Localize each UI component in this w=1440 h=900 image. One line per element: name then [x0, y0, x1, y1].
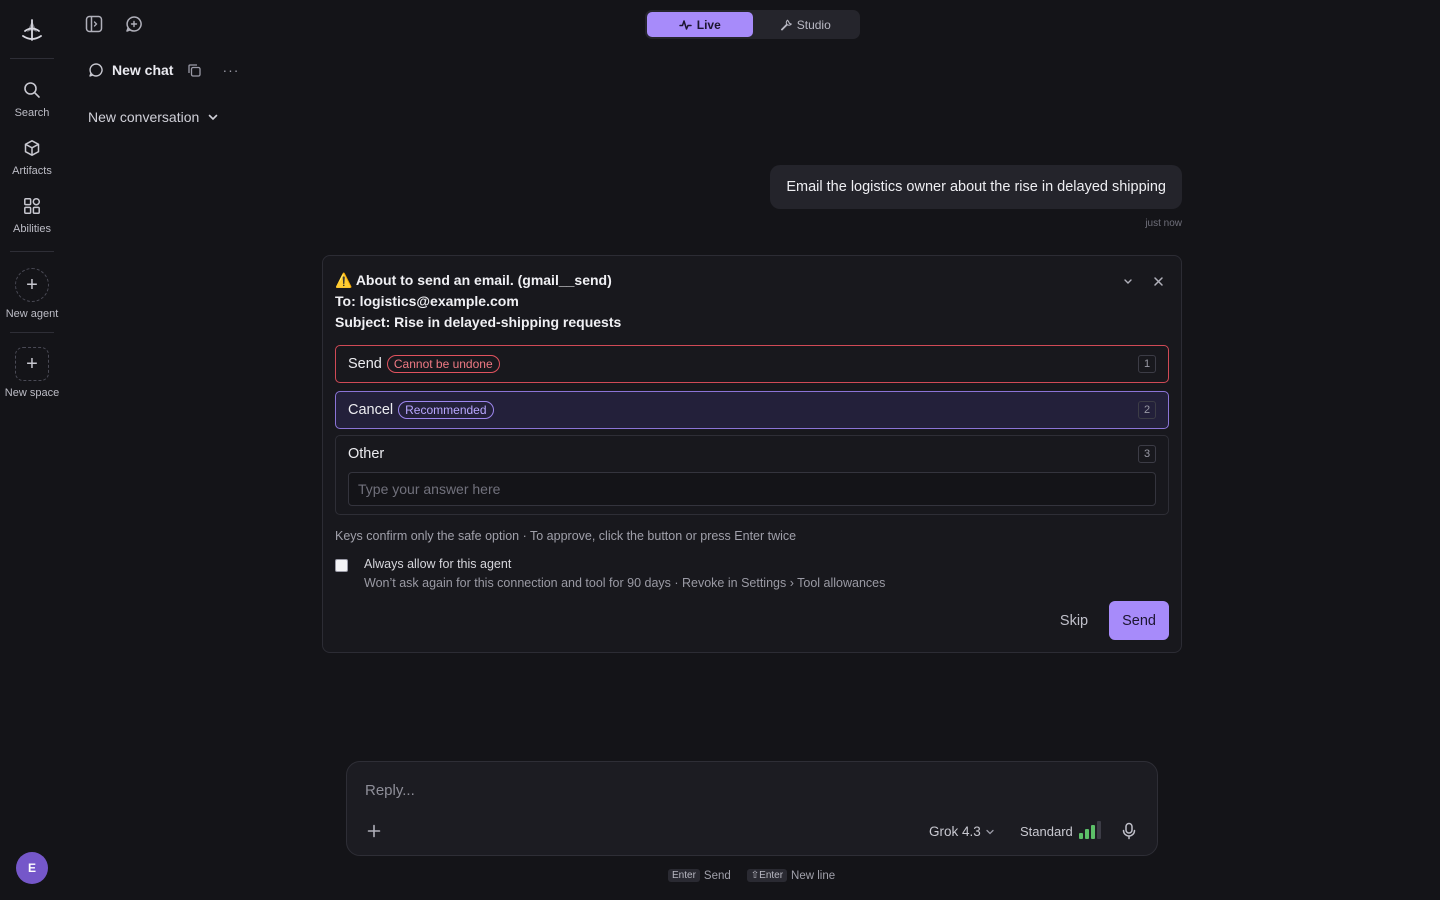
- approval-title-text: About to send an email. (gmail__send): [355, 272, 612, 288]
- send-shortcut-label: Send: [703, 869, 731, 882]
- rail-item-abilities[interactable]: Abilities: [0, 185, 64, 243]
- danger-badge: Cannot be undone: [386, 355, 500, 373]
- option-key-hint: 1: [1138, 355, 1156, 373]
- rail-divider: [10, 58, 54, 59]
- newline-shortcut-label: New line: [791, 869, 836, 882]
- chevron-down-icon: [985, 827, 995, 837]
- close-icon[interactable]: [1149, 272, 1167, 290]
- pulse-icon: [678, 19, 692, 31]
- microphone-icon[interactable]: [1121, 822, 1137, 845]
- recommended-badge: Recommended: [398, 401, 494, 419]
- rail-item-artifacts[interactable]: Artifacts: [0, 127, 64, 185]
- chevron-down-icon: [207, 111, 219, 123]
- rail-item-label: Search: [14, 107, 50, 119]
- rail-item-label: Abilities: [13, 223, 51, 235]
- conversation-dropdown[interactable]: New conversation: [88, 109, 219, 125]
- always-allow-label: Always allow for this agent: [364, 557, 512, 571]
- skip-button[interactable]: Skip: [1047, 603, 1101, 639]
- rail-item-label: Artifacts: [12, 165, 52, 177]
- always-allow-description: Won’t ask again for this connection and …: [364, 576, 886, 590]
- box-icon: [21, 137, 43, 159]
- more-options-icon[interactable]: ···: [222, 62, 239, 78]
- message-timestamp: just now: [1145, 218, 1182, 229]
- shift-enter-key: ⇧Enter: [746, 869, 788, 882]
- mode-studio-label: Studio: [796, 17, 831, 32]
- rail-divider: [10, 332, 54, 333]
- left-rail: Search Artifacts Abilities + New agent +…: [0, 0, 64, 900]
- sidebar-toggle-icon[interactable]: [84, 14, 104, 34]
- mode-live-button[interactable]: Live: [647, 12, 753, 37]
- app-logo-icon[interactable]: [16, 14, 48, 46]
- other-answer-input[interactable]: [348, 472, 1156, 506]
- model-selector[interactable]: Grok 4.3: [929, 824, 995, 839]
- option-label: Send: [348, 356, 382, 372]
- rail-item-label: New space: [4, 387, 60, 399]
- grid-icon: [21, 195, 43, 217]
- reply-composer: Reply... Grok 4.3 Standard: [346, 761, 1158, 856]
- reply-input[interactable]: Reply...: [365, 782, 415, 799]
- approval-subject: Subject: Rise in delayed-shipping reques…: [335, 314, 622, 330]
- rail-divider: [10, 251, 54, 252]
- plus-icon: +: [15, 268, 49, 302]
- collapse-icon[interactable]: [1119, 272, 1137, 290]
- option-key-hint: 3: [1138, 445, 1156, 463]
- mode-toggle: Live Studio: [645, 10, 860, 39]
- approval-title: ⚠️ About to send an email. (gmail__send): [335, 270, 1169, 291]
- attach-plus-icon[interactable]: [367, 821, 381, 844]
- always-allow-row: Always allow for this agent Won’t ask ag…: [335, 557, 1169, 590]
- new-chat-icon[interactable]: [124, 14, 144, 34]
- option-send[interactable]: Send Cannot be undone 1: [335, 345, 1169, 383]
- signal-bars-icon: [1079, 821, 1101, 839]
- approval-actions: Skip Send: [1047, 601, 1169, 640]
- model-label: Grok 4.3: [929, 824, 981, 839]
- new-agent-button[interactable]: + New agent: [0, 258, 64, 328]
- reasoning-mode-selector[interactable]: Standard: [1020, 824, 1073, 839]
- enter-key: Enter: [668, 869, 700, 882]
- chat-title[interactable]: New chat: [112, 62, 173, 78]
- copy-icon[interactable]: [187, 63, 202, 78]
- always-allow-text: Always allow for this agent Won’t ask ag…: [364, 557, 885, 590]
- send-button[interactable]: Send: [1109, 601, 1169, 640]
- tool-approval-card: ⚠️ About to send an email. (gmail__send)…: [322, 255, 1182, 653]
- shortcut-hints: Enter Send ⇧Enter New line: [668, 869, 835, 882]
- option-label: Cancel: [348, 402, 394, 418]
- mode-live-label: Live: [696, 17, 721, 32]
- wrench-icon: [780, 19, 792, 31]
- warning-icon: ⚠️: [335, 272, 353, 288]
- user-message: Email the logistics owner about the rise…: [770, 165, 1182, 209]
- keyboard-hint: Keys confirm only the safe option · To a…: [335, 529, 797, 543]
- chat-title-row: New chat ···: [88, 62, 239, 78]
- option-label: Other: [348, 446, 385, 462]
- option-key-hint: 2: [1138, 401, 1156, 419]
- mode-studio-button[interactable]: Studio: [753, 12, 859, 37]
- approval-recipient: To: logistics@example.com: [335, 293, 519, 309]
- avatar[interactable]: E: [16, 852, 48, 884]
- rail-item-label: New agent: [5, 308, 59, 320]
- plus-icon: +: [15, 347, 49, 381]
- search-icon: [21, 79, 43, 101]
- new-space-button[interactable]: + New space: [0, 337, 64, 407]
- rail-item-search[interactable]: Search: [0, 69, 64, 127]
- conversation-dropdown-label: New conversation: [88, 109, 200, 125]
- option-other[interactable]: Other 3: [335, 435, 1169, 515]
- always-allow-checkbox[interactable]: [335, 559, 348, 572]
- chat-bubble-icon: [88, 62, 104, 78]
- option-cancel[interactable]: Cancel Recommended 2: [335, 391, 1169, 429]
